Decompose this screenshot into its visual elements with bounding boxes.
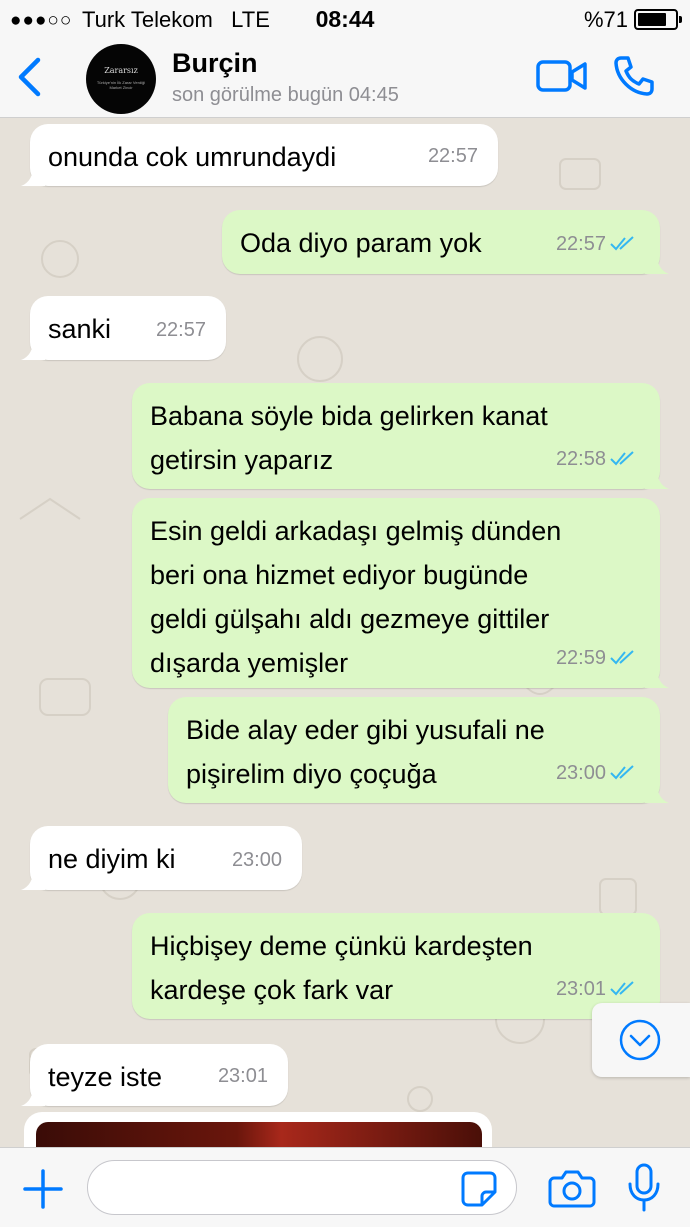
- message-text: Babana söyle bida gelirken kanat getirsi…: [150, 401, 548, 475]
- message-text: Esin geldi arkadaşı gelmiş dünden beri o…: [150, 516, 562, 678]
- message-time: 23:00: [231, 849, 282, 871]
- message-time: 22:59: [555, 647, 606, 669]
- message-time: 22:57: [555, 233, 606, 255]
- message-text: Bide alay eder gibi yusufali ne pişireli…: [186, 715, 545, 789]
- camera-button[interactable]: [548, 1166, 596, 1210]
- composer-bar: [0, 1147, 690, 1227]
- microphone-button[interactable]: [624, 1162, 664, 1214]
- double-check-icon: [610, 981, 634, 996]
- voice-call-button[interactable]: [612, 54, 656, 98]
- status-bar: ●●●○○ Turk Telekom LTE 08:44 %71: [0, 0, 690, 38]
- avatar[interactable]: Zararsız Türkiye'nin İlk Zarar Verdiği M…: [86, 44, 156, 114]
- message-time: 22:57: [427, 145, 478, 167]
- battery-percent: %71: [583, 7, 628, 32]
- message-text: onunda cok umrundaydi: [48, 142, 337, 172]
- sticker-button[interactable]: [460, 1170, 498, 1208]
- message-meta: 22:58: [556, 437, 640, 481]
- message-text: teyze iste: [48, 1062, 163, 1092]
- contact-name[interactable]: Burçin: [172, 48, 258, 79]
- bubble-tail: [21, 340, 45, 360]
- bubble-tail: [21, 870, 45, 890]
- bubble-tail: [645, 254, 669, 274]
- chevron-left-icon: [18, 57, 41, 97]
- incoming-message[interactable]: sanki 22:57: [21, 296, 226, 360]
- battery-icon: [634, 9, 682, 30]
- video-camera-icon: [536, 60, 587, 92]
- double-check-icon: [610, 765, 634, 780]
- outgoing-message[interactable]: Bide alay eder gibi yusufali ne pişireli…: [168, 697, 669, 803]
- avatar-logo-subtext: Türkiye'nin İlk Zarar Verdiği Market Zin…: [96, 80, 146, 90]
- back-button[interactable]: [12, 54, 48, 100]
- bubble-tail: [645, 668, 669, 688]
- microphone-icon: [628, 1163, 660, 1212]
- message-time: 23:00: [555, 762, 606, 784]
- message-time: 22:57: [155, 319, 206, 341]
- message-meta: 22:57: [556, 222, 640, 266]
- message-list[interactable]: onunda cok umrundaydi 22:57 Oda diyo par…: [0, 119, 690, 1147]
- bubble-tail: [21, 166, 45, 186]
- double-check-icon: [610, 236, 634, 251]
- message-meta: 22:59: [556, 636, 640, 680]
- chevron-down-circle-icon: [619, 1019, 661, 1061]
- incoming-photo-message[interactable]: [24, 1112, 492, 1147]
- message-time: 23:01: [217, 1065, 268, 1087]
- message-time: 23:01: [555, 978, 606, 1000]
- bubble-tail: [21, 1086, 45, 1106]
- double-check-icon: [610, 650, 634, 665]
- incoming-message[interactable]: teyze iste 23:01: [21, 1044, 288, 1106]
- bubble-tail: [645, 783, 669, 803]
- bubble-tail: [645, 469, 669, 489]
- message-text: Oda diyo param yok: [240, 228, 482, 258]
- scroll-to-bottom-button[interactable]: [592, 1003, 690, 1077]
- message-text: ne diyim ki: [48, 844, 176, 874]
- message-meta: 23:00: [556, 751, 640, 795]
- outgoing-message[interactable]: Oda diyo param yok 22:57: [222, 210, 669, 274]
- incoming-message[interactable]: onunda cok umrundaydi 22:57: [21, 124, 498, 186]
- message-time: 22:58: [555, 448, 606, 470]
- video-call-button[interactable]: [536, 58, 588, 94]
- outgoing-message[interactable]: Babana söyle bida gelirken kanat getirsi…: [132, 383, 669, 489]
- message-text: sanki: [48, 314, 112, 344]
- attach-button[interactable]: [20, 1166, 66, 1212]
- phone-icon: [614, 56, 654, 96]
- last-seen-status: son görülme bugün 04:45: [172, 84, 399, 106]
- avatar-logo-text: Zararsız: [104, 66, 138, 75]
- chat-header: Zararsız Türkiye'nin İlk Zarar Verdiği M…: [0, 38, 690, 118]
- double-check-icon: [610, 451, 634, 466]
- sticker-icon: [461, 1171, 497, 1207]
- outgoing-message[interactable]: Hiçbişey deme çünkü kardeşten kardeşe ço…: [132, 913, 669, 1019]
- outgoing-message[interactable]: Esin geldi arkadaşı gelmiş dünden beri o…: [132, 498, 669, 688]
- incoming-message[interactable]: ne diyim ki 23:00: [21, 826, 302, 890]
- camera-icon: [548, 1170, 596, 1208]
- message-text: Hiçbişey deme çünkü kardeşten kardeşe ço…: [150, 931, 533, 1005]
- photo-thumbnail[interactable]: [36, 1122, 482, 1147]
- message-input[interactable]: [87, 1160, 517, 1215]
- plus-icon: [23, 1169, 63, 1209]
